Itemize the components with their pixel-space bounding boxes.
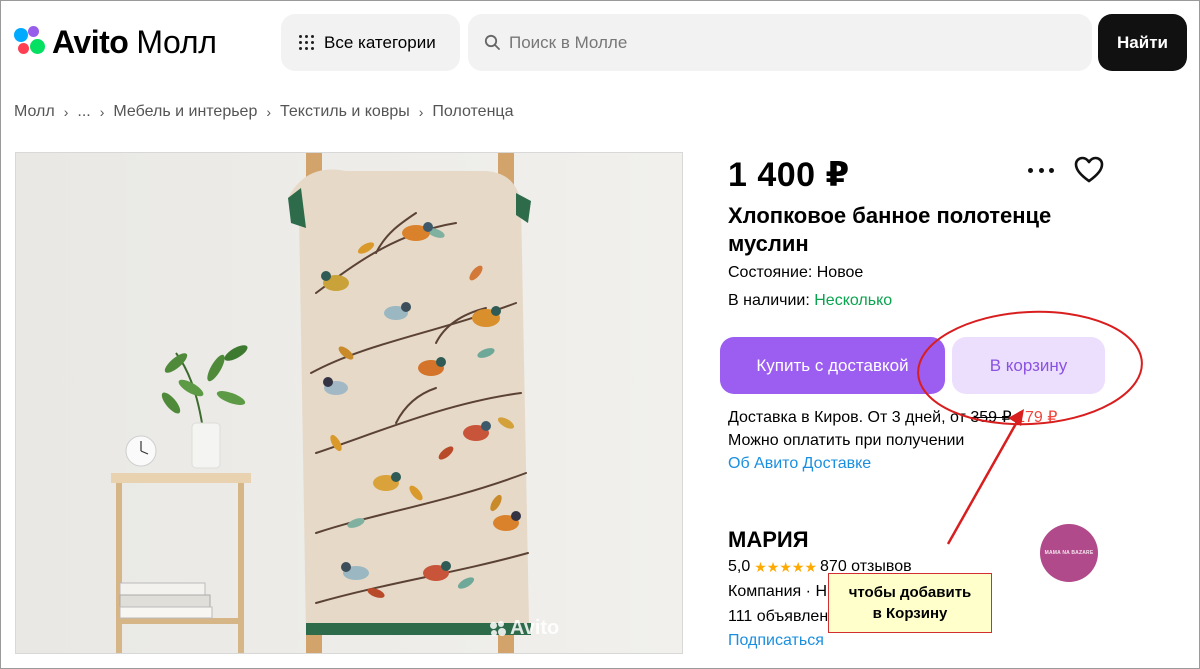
chevron-right-icon: › [63, 104, 69, 120]
stock-label: В наличии: [728, 292, 810, 309]
add-to-cart-button[interactable]: В корзину [952, 337, 1105, 394]
heart-icon[interactable] [1074, 156, 1104, 184]
product-stock: В наличии: Несколько [728, 292, 892, 310]
delivery-old-price: 359 ₽ [970, 409, 1012, 426]
breadcrumb-item-towels[interactable]: Полотенца [432, 103, 513, 121]
avito-watermark-icon [490, 620, 506, 637]
subscribe-link[interactable]: Подписаться [728, 632, 824, 650]
product-photo[interactable]: Avito [15, 152, 683, 654]
delivery-text: Доставка в Киров. От 3 дней, от [728, 409, 966, 426]
pay-on-receipt-text: Можно оплатить при получении [728, 432, 965, 449]
search-input[interactable] [509, 32, 1069, 53]
avito-mall-logo[interactable]: Avito Молл [14, 24, 217, 60]
search-button[interactable]: Найти [1098, 14, 1187, 71]
product-title: Хлопковое банное полотенце муслин [728, 203, 1052, 256]
search-icon [484, 34, 500, 50]
product-condition: Состояние: Новое [728, 264, 863, 282]
condition-value: Новое [816, 264, 864, 281]
condition-label: Состояние: [728, 264, 813, 281]
brand-suffix: Молл [136, 24, 217, 60]
avito-watermark-text: Avito [510, 617, 560, 639]
avito-logo-icon [14, 26, 46, 58]
breadcrumb: Молл › ... › Мебель и интерьер › Текстил… [14, 103, 513, 121]
stock-value: Несколько [814, 292, 893, 309]
search-bar[interactable] [468, 14, 1092, 71]
rating-value: 5,0 [728, 558, 751, 575]
grid-dots-icon [299, 34, 315, 51]
seller-ads-count[interactable]: 111 объявлен [728, 608, 828, 626]
chevron-right-icon: › [266, 104, 272, 120]
avito-watermark: Avito [490, 617, 559, 640]
breadcrumb-item-ellipsis[interactable]: ... [77, 103, 90, 121]
callout-line-1: чтобы добавить [848, 584, 972, 601]
seller-company: Компания · Н [728, 583, 827, 600]
chevron-right-icon: › [99, 104, 105, 120]
seller-name[interactable]: МАРИЯ [728, 527, 809, 553]
all-categories-button[interactable]: Все категории [281, 14, 460, 71]
breadcrumb-item-textile[interactable]: Текстиль и ковры [280, 103, 410, 121]
seller-avatar[interactable]: MAMA NA BAZARE [1040, 524, 1098, 582]
delivery-info: Доставка в Киров. От 3 дней, от 359 ₽ 17… [728, 407, 1057, 427]
chevron-right-icon: › [418, 104, 424, 120]
callout-line-2: в Корзину [872, 605, 948, 622]
breadcrumb-item-furniture[interactable]: Мебель и интерьер [113, 103, 257, 121]
buy-with-delivery-button[interactable]: Купить с доставкой [720, 337, 945, 394]
product-price: 1 400 ₽ [728, 156, 850, 194]
delivery-new-price: 179 ₽ [1016, 409, 1058, 426]
more-options-icon[interactable] [1028, 160, 1054, 180]
annotation-callout: чтобы добавить в Корзину [828, 573, 992, 633]
rating-stars-icon: ★★★★★ [754, 558, 818, 575]
towel-photo-illustration [16, 153, 682, 653]
avatar-text: MAMA NA BAZARE [1044, 550, 1094, 556]
brand-name: Avito [52, 24, 129, 60]
all-categories-label: Все категории [324, 32, 436, 52]
breadcrumb-item-mall[interactable]: Молл [14, 103, 55, 121]
about-avito-delivery-link[interactable]: Об Авито Доставке [728, 455, 871, 473]
